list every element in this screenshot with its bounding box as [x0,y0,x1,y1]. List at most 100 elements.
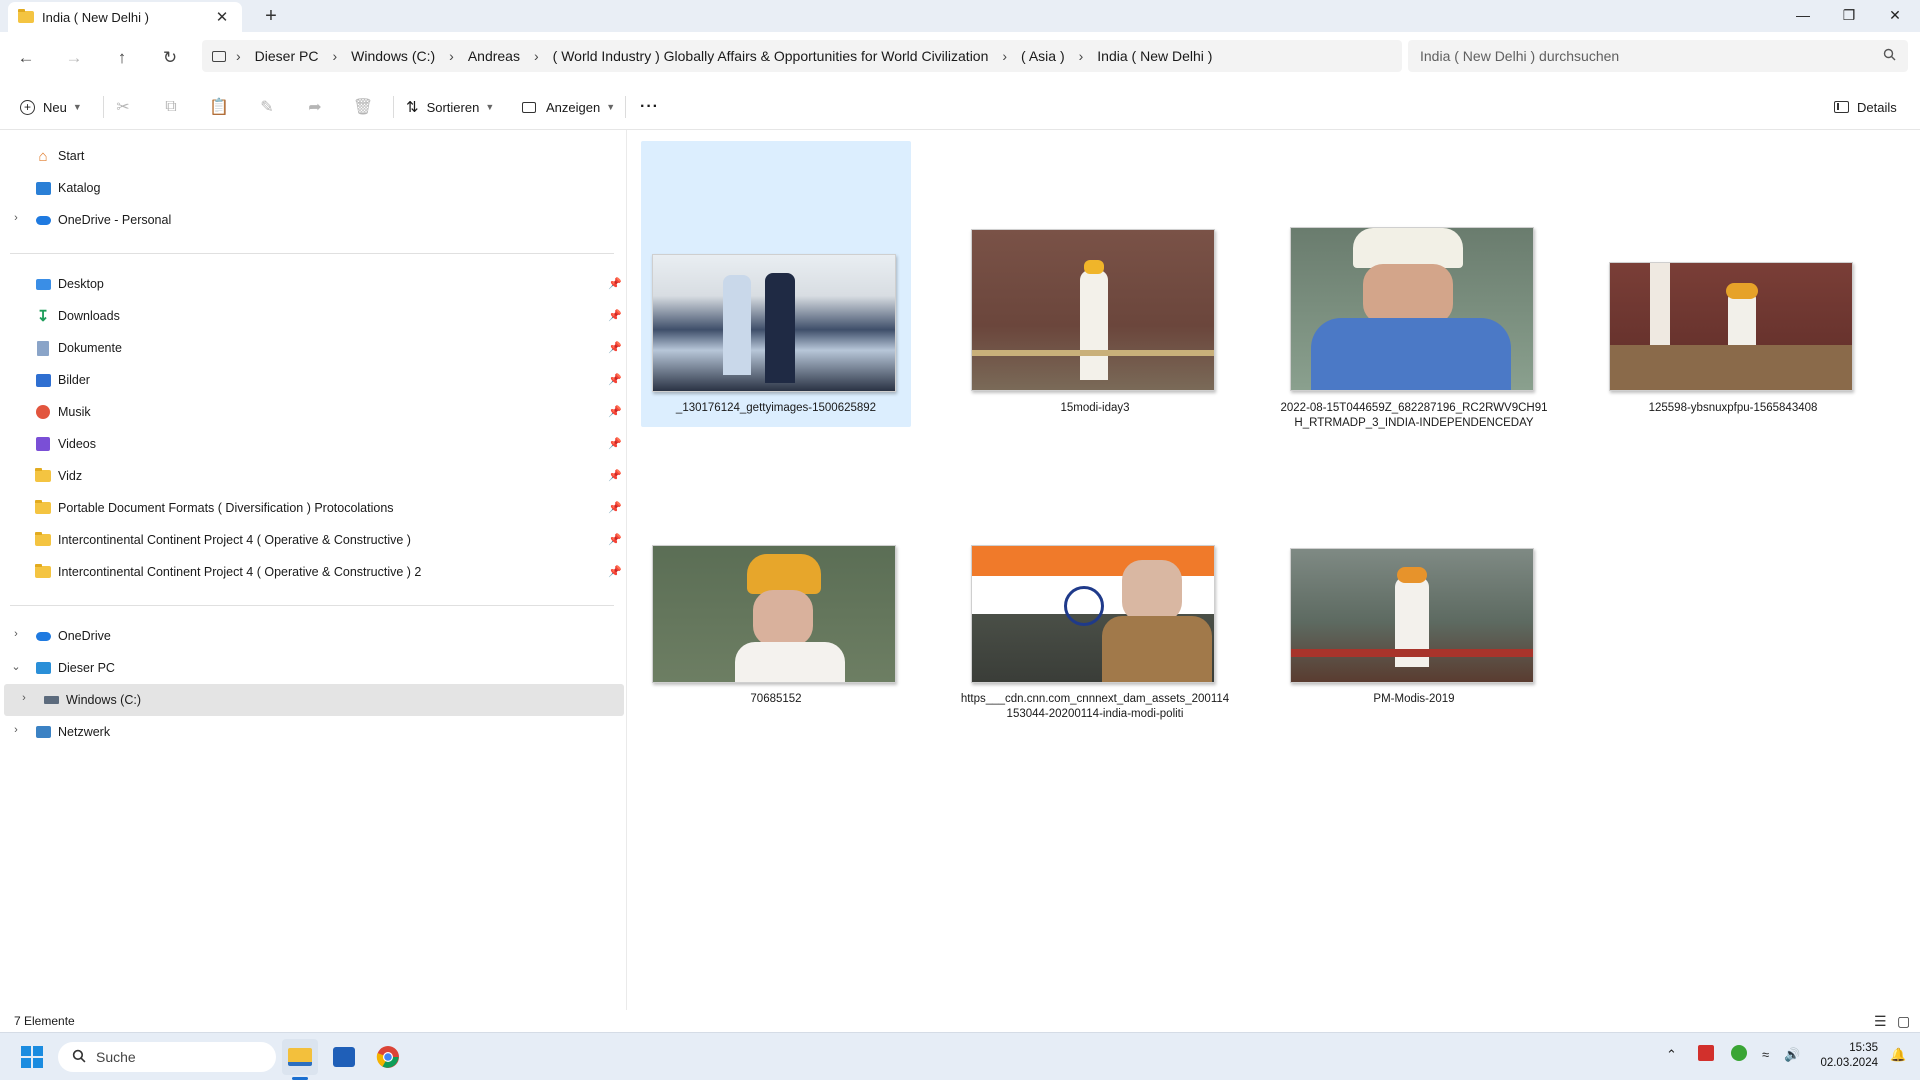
sidebar-label: Vidz [58,469,83,483]
file-name[interactable]: PM-Modis-2019 [1279,692,1549,707]
new-label: Neu [43,99,67,115]
pin-icon[interactable]: 📌 [608,309,622,322]
chevron-down-icon: ▼ [606,102,616,112]
acrobat-icon[interactable] [1698,1045,1714,1064]
sidebar-item-videos[interactable]: Videos [34,428,96,460]
chevron-right-icon[interactable]: › [10,628,22,640]
toolbar-divider [393,96,394,118]
file-thumbnail[interactable] [1290,548,1534,683]
new-button[interactable]: + Neu ▼ [20,92,82,122]
forward-button[interactable]: → [60,44,88,72]
chevron-right-icon[interactable]: › [10,724,22,736]
sidebar-item-musik[interactable]: Musik [34,396,91,428]
delete-icon[interactable]: 🗑 [348,92,378,122]
file-thumbnail[interactable] [652,254,896,392]
breadcrumb-world-industry[interactable]: ( World Industry ) Globally Affairs & Op… [553,48,989,64]
file-thumbnail[interactable] [1609,262,1853,391]
sidebar-item-pdf-protocolations[interactable]: Portable Document Formats ( Diversificat… [34,492,394,524]
file-thumbnail[interactable] [971,229,1215,391]
file-name[interactable]: 2022-08-15T044659Z_682287196_RC2RWV9CH91… [1279,401,1549,431]
chevron-right-icon[interactable]: › [18,692,30,704]
pin-icon[interactable]: 📌 [608,469,622,482]
toolbar-divider [103,96,104,118]
pin-icon[interactable]: 📌 [608,277,622,290]
address-bar[interactable]: › Dieser PC › Windows (C:) › Andreas › (… [202,40,1402,72]
new-tab-button[interactable]: + [258,3,284,29]
file-thumbnail[interactable] [971,545,1215,683]
share-icon[interactable]: ➦ [300,92,330,122]
breadcrumb-dieser-pc[interactable]: Dieser PC [255,48,319,64]
file-name[interactable]: 70685152 [641,692,911,707]
file-explorer-icon[interactable] [282,1039,318,1075]
rename-icon[interactable]: ✎ [252,92,282,122]
sidebar-item-project-4[interactable]: Intercontinental Continent Project 4 ( O… [34,524,411,556]
file-thumbnail[interactable] [652,545,896,683]
tab-current[interactable]: India ( New Delhi ) ✕ [8,2,242,32]
restore-button[interactable]: ❐ [1826,0,1872,30]
view-button[interactable]: Anzeigen ▼ [522,92,615,122]
security-check-icon[interactable] [1731,1045,1747,1064]
breadcrumb-india[interactable]: India ( New Delhi ) [1097,48,1212,64]
breadcrumb-windows-c[interactable]: Windows (C:) [351,48,435,64]
close-tab-icon[interactable]: ✕ [212,8,232,26]
file-name[interactable]: _130176124_gettyimages-1500625892 [641,401,911,416]
taskbar-search-input[interactable]: Suche [58,1042,276,1072]
sidebar-item-katalog[interactable]: Katalog [34,172,100,204]
pin-icon[interactable]: 📌 [608,501,622,514]
search-input[interactable]: India ( New Delhi ) durchsuchen [1408,40,1908,72]
chevron-right-icon: › [236,48,241,64]
toolbar-divider [625,96,626,118]
details-button[interactable]: Details [1834,92,1897,122]
back-button[interactable]: ← [12,44,40,72]
windows-start-icon[interactable] [14,1039,50,1075]
minimize-button[interactable]: — [1780,0,1826,30]
pin-icon[interactable]: 📌 [608,405,622,418]
sidebar-label: Musik [58,405,91,419]
cut-icon[interactable]: ✂ [108,92,138,122]
file-name[interactable]: 15modi-iday3 [960,401,1230,416]
sidebar-item-downloads[interactable]: ↧ Downloads [34,300,120,332]
desktop-icon [34,275,52,293]
up-button[interactable]: ↑ [108,44,136,72]
sidebar-item-project-4-2[interactable]: Intercontinental Continent Project 4 ( O… [34,556,421,588]
sidebar-item-vidz[interactable]: Vidz [34,460,82,492]
pin-icon[interactable]: 📌 [608,341,622,354]
large-icons-view-icon[interactable]: ▢ [1897,1013,1910,1030]
pin-icon[interactable]: 📌 [608,565,622,578]
clock[interactable]: 15:35 02.03.2024 [1818,1041,1878,1071]
more-options-button[interactable]: ··· [640,92,659,122]
cloud-icon [34,211,52,229]
file-thumbnail[interactable] [1290,227,1534,391]
pin-icon[interactable]: 📌 [608,437,622,450]
sidebar-item-netzwerk[interactable]: Netzwerk [34,716,110,748]
breadcrumb-andreas[interactable]: Andreas [468,48,520,64]
paste-icon[interactable]: 📋 [204,92,234,122]
sidebar-item-bilder[interactable]: Bilder [34,364,90,396]
sidebar-item-windows-c[interactable]: Windows (C:) [42,684,141,716]
pin-icon[interactable]: 📌 [608,533,622,546]
refresh-button[interactable]: ↻ [156,44,184,72]
chevron-up-icon[interactable]: ⌃ [1666,1047,1677,1063]
sidebar-item-onedrive-personal[interactable]: OneDrive - Personal [34,204,171,236]
sort-button[interactable]: ⇅ Sortieren ▼ [406,92,494,122]
file-name[interactable]: https___cdn.cnn.com_cnnnext_dam_assets_2… [960,692,1230,722]
volume-icon[interactable]: 🔊 [1784,1047,1800,1063]
pin-icon[interactable]: 📌 [608,373,622,386]
sidebar-item-desktop[interactable]: Desktop [34,268,104,300]
details-view-icon[interactable]: ☰ [1874,1013,1887,1030]
search-icon [1883,48,1896,64]
sidebar-item-onedrive[interactable]: OneDrive [34,620,111,652]
wifi-icon[interactable]: ≈ [1762,1047,1769,1062]
store-icon[interactable] [326,1039,362,1075]
chrome-icon[interactable] [370,1039,406,1075]
copy-icon[interactable]: ⧉ [156,92,186,122]
sidebar-item-dokumente[interactable]: Dokumente [34,332,122,364]
file-name[interactable]: 125598-ybsnuxpfpu-1565843408 [1598,401,1868,416]
sidebar-item-dieser-pc[interactable]: Dieser PC [34,652,115,684]
notification-bell-icon[interactable]: 🔔 [1890,1047,1906,1063]
breadcrumb-asia[interactable]: ( Asia ) [1021,48,1065,64]
sidebar-item-start[interactable]: ⌂ Start [34,140,84,172]
close-window-button[interactable]: ✕ [1872,0,1918,30]
chevron-down-icon[interactable]: ⌄ [10,660,22,673]
chevron-right-icon[interactable]: › [10,212,22,224]
